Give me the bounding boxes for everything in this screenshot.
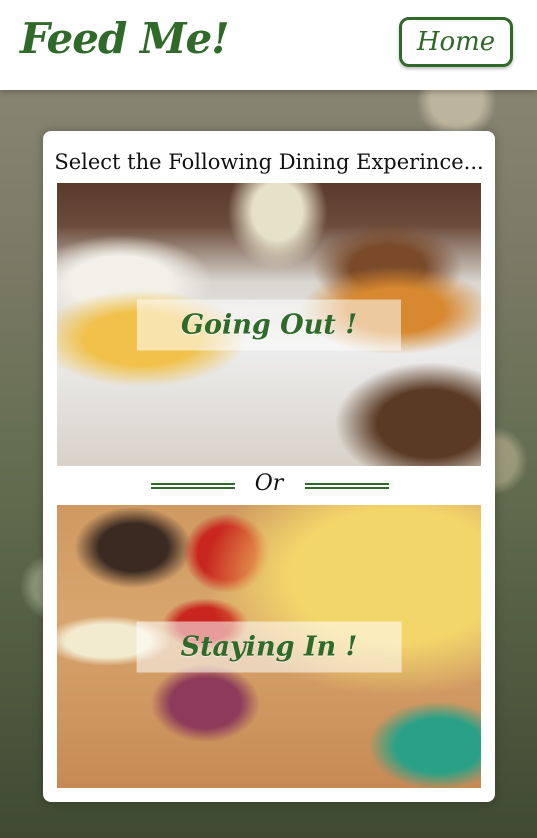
top-header: Feed Me! Home [0, 0, 537, 90]
home-button[interactable]: Home [399, 17, 513, 67]
going-out-label: Going Out ! [136, 299, 402, 350]
going-out-option[interactable]: Going Out ! [57, 183, 481, 466]
dining-selection-card: Select the Following Dining Experince...… [43, 131, 495, 802]
app-logo[interactable]: Feed Me! [20, 14, 230, 63]
staying-in-label: Staying In ! [136, 621, 402, 672]
or-divider: Or [57, 471, 481, 499]
divider-line-right [305, 483, 389, 489]
staying-in-option[interactable]: Staying In ! [57, 505, 481, 788]
divider-text: Or [254, 471, 284, 496]
card-title: Select the Following Dining Experince... [54, 150, 484, 174]
